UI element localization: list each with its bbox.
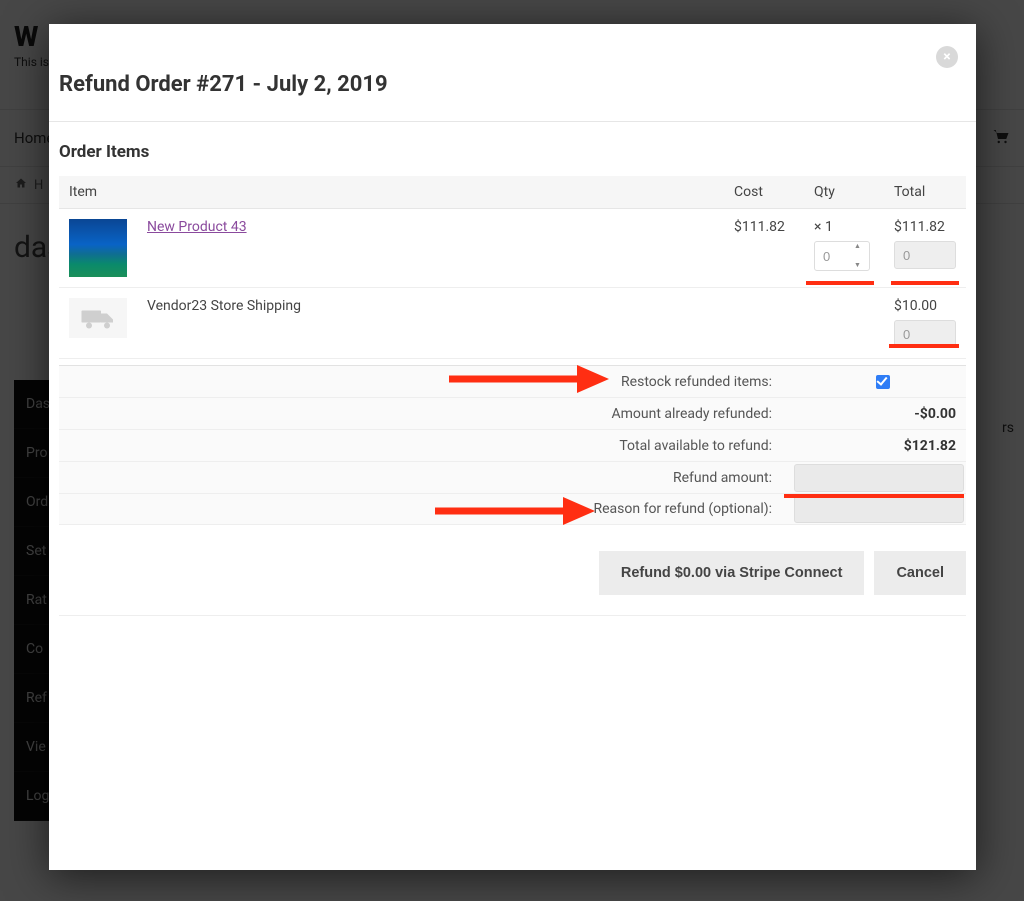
col-cost: Cost: [724, 176, 804, 209]
row-total: $10.00: [894, 298, 956, 314]
refund-amount-label: Refund amount:: [59, 470, 790, 486]
col-total: Total: [884, 176, 966, 209]
annotation-underline: [784, 494, 964, 498]
stepper-down-icon[interactable]: ▼: [854, 262, 866, 269]
refund-reason-label: Reason for refund (optional):: [59, 501, 790, 517]
already-refunded-label: Amount already refunded:: [59, 406, 790, 422]
annotation-underline: [889, 344, 959, 348]
refund-amount-input[interactable]: [794, 464, 964, 492]
available-refund-label: Total available to refund:: [59, 438, 790, 454]
table-row: New Product 43 $111.82 × 1 ▲ ▼ $111.82: [59, 209, 966, 288]
shipping-name: Vendor23 Store Shipping: [137, 288, 724, 359]
col-item: Item: [59, 176, 724, 209]
row-qty: × 1: [814, 219, 874, 235]
close-button[interactable]: ×: [936, 46, 958, 68]
annotation-arrow: [435, 494, 595, 528]
order-items-heading: Order Items: [59, 122, 966, 176]
refund-modal: × Refund Order #271 - July 2, 2019 Order…: [49, 24, 976, 870]
row-cost: $111.82: [724, 209, 804, 288]
table-row: Vendor23 Store Shipping $10.00: [59, 288, 966, 359]
annotation-underline: [806, 281, 874, 285]
refund-submit-button[interactable]: Refund $0.00 via Stripe Connect: [599, 551, 865, 595]
col-qty: Qty: [804, 176, 884, 209]
close-icon: ×: [943, 49, 950, 65]
row-total: $111.82: [894, 219, 956, 235]
refund-reason-input[interactable]: [794, 495, 964, 523]
product-link[interactable]: New Product 43: [147, 219, 247, 235]
shipping-icon: [69, 298, 127, 338]
modal-title: Refund Order #271 - July 2, 2019: [59, 54, 966, 121]
stepper-up-icon[interactable]: ▲: [854, 243, 866, 250]
already-refunded-value: -$0.00: [790, 406, 966, 422]
modal-footer: Refund $0.00 via Stripe Connect Cancel: [59, 525, 966, 616]
cancel-button[interactable]: Cancel: [874, 551, 966, 595]
product-thumbnail: [69, 219, 127, 277]
total-refund-input[interactable]: [894, 241, 956, 269]
order-items-table: Item Cost Qty Total New Product 43 $111.…: [59, 176, 966, 359]
restock-checkbox[interactable]: [876, 375, 890, 389]
annotation-underline: [891, 281, 959, 285]
available-refund-value: $121.82: [790, 438, 966, 454]
restock-label: Restock refunded items:: [59, 374, 790, 390]
annotation-arrow: [449, 362, 609, 396]
